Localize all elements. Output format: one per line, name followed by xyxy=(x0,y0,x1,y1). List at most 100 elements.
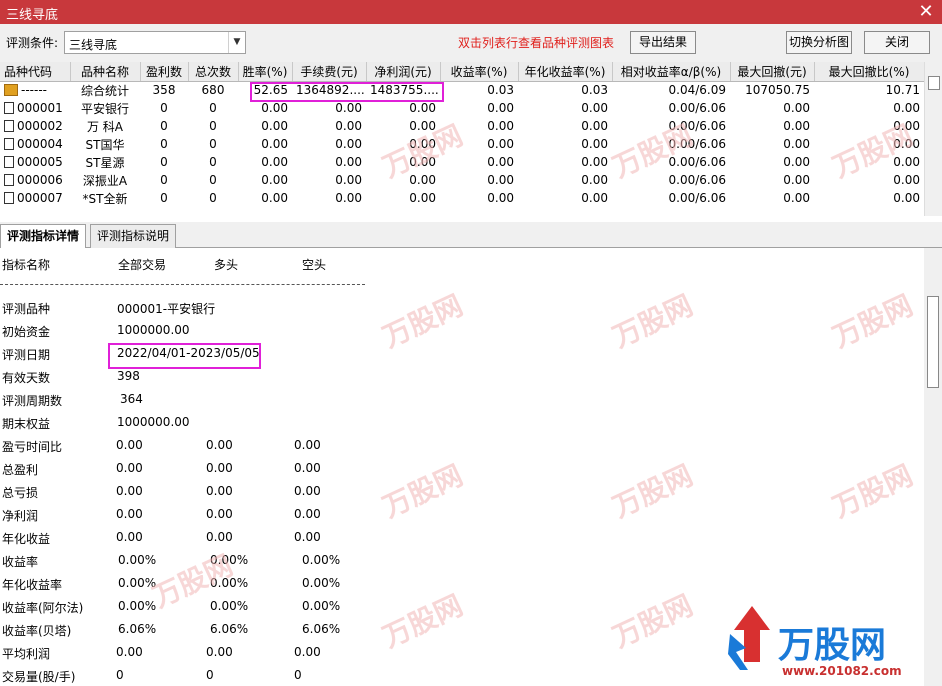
document-icon xyxy=(4,138,14,150)
scrollbar-thumb[interactable] xyxy=(928,76,940,90)
cell-name: *ST全新 xyxy=(70,189,140,207)
metric-short: 0.00 xyxy=(294,461,321,475)
metric-long: 0.00% xyxy=(210,576,249,590)
table-row[interactable]: 000005 ST星源 0 0 0.00 0.00 0.00 0.00 0.00 0.00/6.0… xyxy=(0,153,924,171)
cell-value: 0 xyxy=(188,189,238,207)
col-header[interactable]: 盈利数 xyxy=(140,62,189,82)
metric-long: 0.00% xyxy=(210,599,249,613)
cell-text: 10.71 xyxy=(885,83,920,98)
metric-row: 年化收益率 0.00% 0.00% 0.00% xyxy=(0,576,365,596)
cell-value: 0.00 xyxy=(366,117,440,135)
cell-text: 0.00 xyxy=(261,119,288,133)
document-icon xyxy=(4,102,14,114)
table-row[interactable]: 000001 平安银行 0 0 0.00 0.00 0.00 0.00 0.00 0.00/6.0… xyxy=(0,99,924,117)
chevron-down-icon[interactable]: ▼ xyxy=(228,32,245,53)
cell-value: 107050.75 xyxy=(730,81,814,99)
col-header[interactable]: 最大回撤(元) xyxy=(730,62,815,82)
cell-name: ST星源 xyxy=(70,153,140,171)
metric-name: 盈亏时间比 xyxy=(2,440,63,454)
col-header[interactable]: 相对收益率α/β(%) xyxy=(612,62,731,82)
header-long: 多头 xyxy=(214,258,239,272)
cell-name: 深振业A xyxy=(70,171,140,189)
cell-text: 0.00 xyxy=(893,155,920,169)
info-row: 评测日期 2022/04/01-2023/05/05 xyxy=(0,346,365,366)
tab-detail[interactable]: 评测指标详情 xyxy=(0,224,87,249)
col-header[interactable]: 手续费(元) xyxy=(292,62,367,82)
document-icon xyxy=(4,192,14,204)
close-button[interactable]: 关闭 xyxy=(864,31,930,54)
condition-value: 三线寻底 xyxy=(69,38,118,52)
info-row: 评测品种 000001-平安银行 xyxy=(0,300,365,320)
cell-text: 0.00/6.06 xyxy=(668,173,726,187)
detail-scrollbar[interactable] xyxy=(924,248,942,686)
cell-text: 000002 xyxy=(17,119,63,133)
cell-text: 0 xyxy=(160,119,168,133)
col-header[interactable]: 品种名称 xyxy=(70,62,141,82)
switch-chart-button[interactable]: 切换分析图 xyxy=(786,31,852,54)
cell-value: 0.00/6.06 xyxy=(612,117,730,135)
cell-value: 0.00 xyxy=(238,153,292,171)
metric-short: 0.00% xyxy=(302,599,341,613)
table-row[interactable]: 000006 深振业A 0 0 0.00 0.00 0.00 0.00 0.00 0.00/6.0… xyxy=(0,171,924,189)
metric-all: 0 xyxy=(116,668,124,682)
table-row[interactable]: ------ 综合统计 358 680 52.65 1364892.... 1483755.… xyxy=(0,81,924,99)
condition-select[interactable]: 三线寻底 ▼ xyxy=(64,31,246,54)
table-row[interactable]: 000007 *ST全新 0 0 0.00 0.00 0.00 0.00 0.00 0.00/6.… xyxy=(0,189,924,207)
col-header[interactable]: 收益率(%) xyxy=(440,62,519,82)
table-row[interactable]: 000002 万 科A 0 0 0.00 0.00 0.00 0.00 0.00 0.00/6.0… xyxy=(0,117,924,135)
metric-short: 0.00% xyxy=(302,576,341,590)
cell-text: 0 xyxy=(160,155,168,169)
export-button[interactable]: 导出结果 xyxy=(630,31,696,54)
cell-text: 000006 xyxy=(17,173,63,187)
info-value: 000001-平安银行 xyxy=(117,302,216,316)
cell-text: 0.00 xyxy=(261,173,288,187)
metric-row: 总盈利 0.00 0.00 0.00 xyxy=(0,461,365,481)
cell-text: 0.00 xyxy=(335,155,362,169)
cell-value: 1364892.... xyxy=(292,81,366,99)
cell-text: 0.00 xyxy=(487,137,514,151)
cell-text: 平安银行 xyxy=(80,101,129,116)
col-header[interactable]: 年化收益率(%) xyxy=(518,62,613,82)
cell-value: 0 xyxy=(140,117,188,135)
cell-text: 0.00 xyxy=(581,119,608,133)
close-icon[interactable]: ✕ xyxy=(916,2,936,22)
cell-text: 0.00/6.06 xyxy=(668,101,726,115)
cell-text: 000004 xyxy=(17,137,63,151)
cell-text: 680 xyxy=(201,83,225,98)
cell-text: 0 xyxy=(160,101,168,115)
col-header[interactable]: 最大回撤比(%) xyxy=(814,62,924,82)
metric-row: 总亏损 0.00 0.00 0.00 xyxy=(0,484,365,504)
cell-value: 0.00 xyxy=(238,99,292,117)
col-header[interactable]: 净利润(元) xyxy=(366,62,441,82)
table-row[interactable]: 000004 ST国华 0 0 0.00 0.00 0.00 0.00 0.00 0.00/6.0… xyxy=(0,135,924,153)
document-icon xyxy=(4,156,14,168)
cell-value: 0.04/6.09 xyxy=(612,81,730,99)
cell-text: 0.00 xyxy=(783,191,810,205)
cell-value: 0 xyxy=(140,171,188,189)
scrollbar-thumb[interactable] xyxy=(927,296,939,388)
metric-short: 0.00 xyxy=(294,438,321,452)
cell-text: 0 xyxy=(160,137,168,151)
col-header[interactable]: 胜率(%) xyxy=(238,62,293,82)
cell-value: 52.65 xyxy=(238,81,292,99)
metric-name: 总亏损 xyxy=(2,486,39,500)
info-value: 1000000.00 xyxy=(117,415,190,429)
cell-value: 0.00 xyxy=(292,135,366,153)
document-icon xyxy=(4,174,14,186)
col-header[interactable]: 总次数 xyxy=(188,62,239,82)
cell-value: 0.00 xyxy=(518,117,612,135)
tab-explanation[interactable]: 评测指标说明 xyxy=(90,224,177,248)
metric-short: 0.00 xyxy=(294,645,321,659)
metric-long: 0.00 xyxy=(206,438,233,452)
cell-text: 0.00/6.06 xyxy=(668,155,726,169)
header-all: 全部交易 xyxy=(118,258,167,272)
header-short: 空头 xyxy=(302,258,327,272)
cell-text: 0.00/6.06 xyxy=(668,119,726,133)
info-row: 有效天数 398 xyxy=(0,369,365,389)
info-name: 评测日期 xyxy=(2,348,51,362)
col-header[interactable]: 品种代码 xyxy=(0,62,71,82)
toolbar: 评测条件: 三线寻底 ▼ 双击列表行查看品种评测图表 导出结果 切换分析图 关闭 xyxy=(0,24,942,62)
cell-text: 深振业A xyxy=(82,173,128,188)
table-scrollbar[interactable] xyxy=(924,62,942,216)
cell-text: 0.00 xyxy=(487,155,514,169)
